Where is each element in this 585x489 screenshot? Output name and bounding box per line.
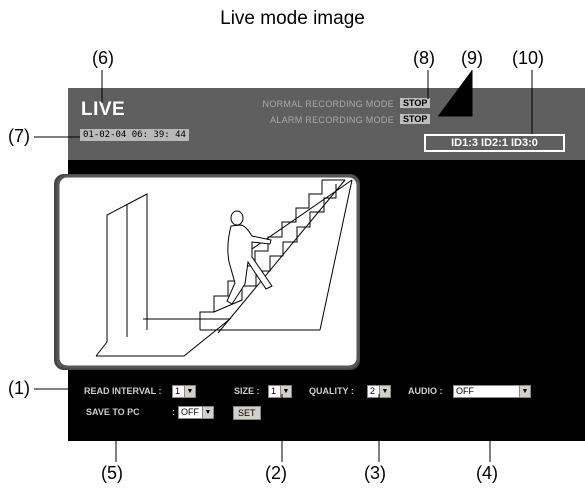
staircase-figure-image bbox=[56, 174, 360, 369]
diagram-overlay bbox=[34, 70, 533, 462]
